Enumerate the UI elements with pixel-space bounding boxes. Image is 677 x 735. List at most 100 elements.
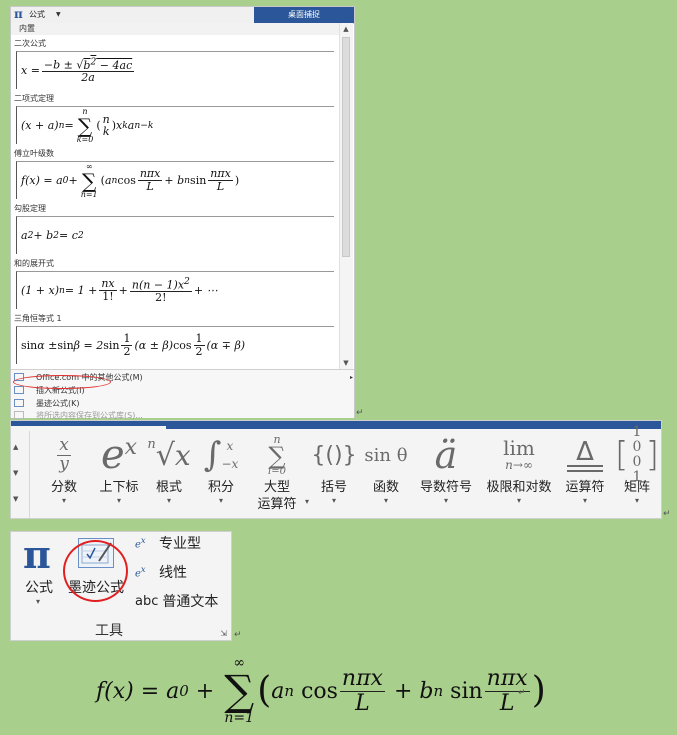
menu-item-label: 墨迹公式(K) [36, 398, 80, 408]
ribbon-accent-bar [166, 421, 661, 429]
equation-button-label[interactable]: 公式 [25, 577, 53, 597]
highlight-ring [63, 540, 128, 602]
button-label: 导数符号 [419, 480, 472, 495]
chevron-down-icon: ▾ [116, 496, 121, 505]
ink-equation-icon [14, 399, 24, 407]
radical-button[interactable]: n √ x 根式 ▾ [147, 431, 191, 517]
gallery-scrollbar[interactable]: ▲ ▼ [339, 23, 353, 369]
group-label: 工具 [95, 623, 123, 639]
chevron-down-icon: ▾ [443, 496, 448, 505]
equation-preview[interactable]: (x + a) n = n ∑ k=0 (n k) x k a n−k [16, 106, 334, 144]
gallery-section-header: 内置 [11, 23, 341, 35]
scroll-up-icon[interactable]: ▲ [342, 25, 350, 33]
bracket-icon: {()} [311, 442, 357, 468]
button-label: 积分 [207, 480, 234, 495]
equation-preview[interactable]: a2 + b2 = c2 [16, 216, 334, 254]
chevron-down-icon: ▾ [331, 496, 336, 505]
operator-icon: Δ [559, 431, 611, 479]
scroll-up-icon[interactable]: ▲ [13, 443, 18, 451]
button-label: 大型 [263, 480, 290, 495]
linear-format-icon: ex [135, 564, 146, 580]
paragraph-mark-icon: ↵ [663, 509, 671, 519]
gallery-header: π 公式 ▼ 桌面捕捉 [11, 7, 354, 24]
integral-icon: ∫ x −x [203, 435, 239, 475]
function-button[interactable]: sin θ 函数 ▾ [363, 431, 409, 517]
button-label: 上下标 [99, 480, 139, 495]
fourier-series-formula[interactable]: f(x) = a0 + ∞ ∑ n=1 (a n cos nπx L + bn sin … [96, 650, 546, 732]
option-label: 普通文本 [162, 594, 219, 610]
window-caption: 桌面捕捉 [254, 7, 354, 23]
chevron-down-icon: ▾ [166, 496, 171, 505]
scroll-thumb[interactable] [342, 37, 350, 257]
plain-text-option[interactable]: abc 普通文本 [135, 590, 218, 612]
matrix-button[interactable]: [1 00 1] 矩阵 ▾ [615, 424, 659, 517]
fraction-button[interactable]: xy 分数 ▾ [45, 431, 83, 517]
button-label: 运算符 [565, 480, 605, 495]
paragraph-mark-icon: ↵ [518, 688, 526, 698]
equation-gallery: π 公式 ▼ 桌面捕捉 内置 二次公式 x = −b ± √b2 − 4ac 2a… [10, 6, 355, 420]
fraction-icon: xy [57, 434, 71, 474]
chevron-down-icon[interactable]: ▼ [13, 495, 18, 503]
equation-preview[interactable]: (1 + x) n = 1 + nx 1! + n(n − 1)x2 2! + ⋯ [16, 271, 334, 309]
highlight-ring [13, 375, 111, 389]
professional-format-icon: ex [135, 535, 146, 551]
tools-group: π 公式 ▾ 墨迹公式 ex 专业型 ex 线性 abc 普通文本 工具 ⇲ [10, 531, 232, 641]
gallery-item-title: 二次公式 [14, 39, 46, 48]
pi-icon[interactable]: π [14, 7, 23, 21]
button-label: 根式 [155, 480, 182, 495]
insert-equation-icon [14, 386, 24, 394]
chevron-down-icon: ▾ [516, 496, 521, 505]
button-label: 矩阵 [623, 480, 650, 495]
sigma-icon: n ∑ i=0 [268, 432, 286, 477]
operator-button[interactable]: Δ 运算符 ▾ [559, 431, 611, 517]
integral-button[interactable]: ∫ x −x 积分 ▾ [199, 431, 243, 517]
scroll-down-icon[interactable]: ▼ [342, 359, 350, 367]
dialog-launcher-icon[interactable]: ⇲ [220, 629, 227, 638]
function-icon: sin θ [364, 444, 408, 466]
gallery-item-title: 和的展开式 [14, 259, 54, 268]
chevron-right-icon: ▸ [350, 373, 354, 381]
equation-preview[interactable]: x = −b ± √b2 − 4ac 2a [16, 51, 334, 89]
button-label: 极限和对数 [486, 480, 552, 495]
linear-option[interactable]: ex 线性 [135, 561, 187, 583]
matrix-icon: [1 00 1] [615, 424, 659, 485]
chevron-down-icon: ▾ [582, 496, 587, 505]
chevron-down-icon[interactable]: ▼ [13, 469, 18, 477]
equation-preview[interactable]: sin α ± sin β = 2 sin 1 2 (α ± β) cos 1 2 (α ∓… [16, 326, 334, 364]
structures-ribbon: ▲ ▼ ▼ xy 分数 ▾ ex 上下标 ▾ n √ x 根式 ▾ ∫ x −x 积分 … [10, 420, 662, 519]
button-label: 运算符 [257, 497, 297, 512]
chevron-down-icon: ▾ [383, 496, 388, 505]
accent-button[interactable]: ä 导数符号 ▾ [413, 431, 479, 517]
pi-icon[interactable]: π [23, 532, 51, 577]
chevron-down-icon: ▾ [634, 496, 639, 505]
limit-log-button[interactable]: lim n→∞ 极限和对数 ▾ [481, 431, 557, 517]
option-label: 线性 [159, 565, 187, 581]
large-operator-button[interactable]: n ∑ i=0 大型 运算符 ▾ [247, 431, 309, 517]
gallery-item-title: 三角恒等式 1 [14, 314, 62, 323]
equation-button-label[interactable]: 公式 [29, 9, 45, 20]
chevron-down-icon: ▾ [218, 496, 223, 505]
equation-preview[interactable]: f(x) = a0 + ∞ ∑ n=1 (a n cos nπx L + bn sin nπ… [16, 161, 334, 199]
paragraph-mark-icon: ↵ [356, 408, 364, 418]
chevron-down-icon[interactable]: ▾ [36, 597, 40, 606]
save-icon [14, 411, 24, 419]
ribbon-left-edge: ▲ ▼ ▼ [11, 431, 30, 519]
limit-icon: lim n→∞ [503, 436, 535, 472]
professional-option[interactable]: ex 专业型 [135, 532, 201, 554]
paragraph-mark-icon: ↵ [234, 630, 242, 640]
gallery-item-title: 二项式定理 [14, 94, 54, 103]
menu-item-ink-equation[interactable]: 墨迹公式(K) [14, 397, 80, 409]
radical-icon: n √ x [147, 437, 191, 473]
option-label: 专业型 [159, 536, 201, 552]
button-label: 分数 [50, 480, 77, 495]
script-icon: ex [100, 432, 138, 478]
button-label: 括号 [320, 480, 347, 495]
gallery-item-title: 勾股定理 [14, 204, 46, 213]
ribbon-accent-bar [11, 421, 166, 426]
plain-text-icon: abc [135, 593, 159, 609]
button-label: 函数 [372, 480, 399, 495]
script-button[interactable]: ex 上下标 ▾ [91, 431, 147, 517]
chevron-down-icon[interactable]: ▼ [56, 11, 61, 18]
chevron-down-icon: ▾ [304, 497, 309, 506]
bracket-button[interactable]: {()} 括号 ▾ [311, 431, 357, 517]
